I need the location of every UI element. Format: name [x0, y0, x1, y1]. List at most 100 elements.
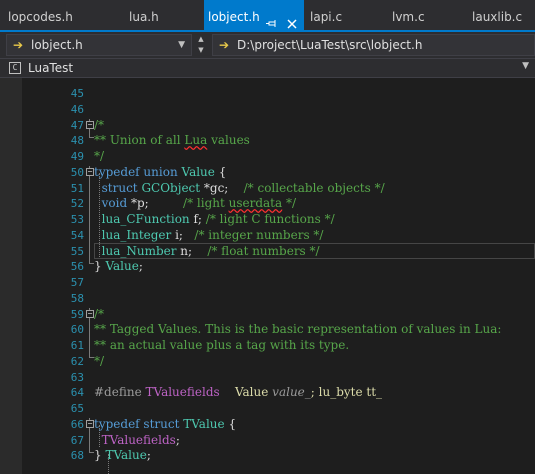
tab-lopcodes-h[interactable]: lopcodes.h	[0, 0, 104, 30]
code-text: typedef	[94, 164, 140, 179]
file-dropdown-value: lobject.h	[31, 38, 83, 52]
code-text: lua_Integer	[94, 227, 172, 242]
code-line: 48 ** Union of all Lua values	[0, 133, 535, 149]
line-number: 55	[70, 244, 84, 258]
code-text: TValuefields	[145, 385, 220, 400]
line-number: 58	[70, 291, 84, 305]
line-number: 65	[70, 402, 84, 415]
code-text: n;	[176, 243, 208, 258]
tab-label: lobject.h	[208, 10, 260, 24]
code-text: ** Union of all	[94, 133, 185, 148]
code-line: 47 − /*	[0, 118, 535, 134]
code-text: ;	[138, 259, 143, 274]
code-text: lua_Number	[94, 243, 177, 258]
fold-toggle[interactable]: −	[86, 309, 94, 318]
code-line: 65	[0, 401, 535, 417]
code-text: */	[282, 196, 297, 211]
code-line: 63	[0, 370, 535, 386]
code-text: ** an actual value plus a tag with its t…	[94, 338, 350, 352]
code-editor[interactable]: 45 46 47 − /* 48 ** Union of all Lua val…	[0, 78, 535, 474]
tab-lobject-h[interactable]: lobject.h	[204, 0, 304, 30]
tab-lauxlib-c[interactable]: lauxlib.c	[464, 0, 535, 30]
code-text: /*	[94, 117, 105, 132]
arrow-right-icon: ➔	[13, 38, 24, 52]
code-text: /* collectable objects */	[243, 180, 385, 195]
code-text: void	[94, 196, 128, 211]
line-number: 50	[70, 165, 84, 179]
tab-label: lopcodes.h	[8, 10, 73, 24]
code-line: 56 } Value;	[0, 259, 535, 275]
code-text: {	[214, 164, 227, 179]
code-text: *gc;	[200, 180, 244, 195]
spin-buttons[interactable]: ▲ ▼	[194, 34, 208, 56]
code-line: 68	[0, 464, 535, 474]
file-dropdown[interactable]: ➔ lobject.h ▼	[6, 34, 192, 56]
line-number: 51	[70, 181, 84, 195]
line-number: 64	[70, 386, 84, 400]
chevron-down-icon[interactable]: ▼	[522, 61, 529, 71]
chevron-down-icon[interactable]: ▼	[194, 45, 208, 56]
code-line: 64 #define TValuefields Value value_; lu…	[0, 385, 535, 401]
pin-icon[interactable]	[266, 9, 278, 27]
code-text: }	[94, 259, 106, 274]
tab-label: lvm.c	[392, 10, 425, 24]
line-number: 59	[70, 307, 84, 321]
fold-toggle[interactable]: −	[86, 167, 94, 176]
code-text: */	[94, 353, 105, 368]
line-number: 60	[70, 323, 84, 337]
line-number: 66	[70, 417, 84, 431]
document-tab-bar: lopcodes.h lua.h lobject.h lapi.c lvm.c …	[0, 0, 535, 30]
tab-lvm-c[interactable]: lvm.c	[384, 0, 464, 30]
code-text: TValue	[105, 448, 147, 463]
code-text: /* integer numbers */	[194, 227, 324, 242]
code-line: 66 − typedef struct TValue {	[0, 417, 535, 433]
code-line: 62 */	[0, 354, 535, 370]
code-text: ;	[146, 448, 151, 463]
code-line: 46	[0, 102, 535, 118]
code-line: 58	[0, 291, 535, 307]
path-dropdown[interactable]: ➔ D:\project\LuaTest\src\lobject.h	[212, 34, 535, 56]
line-number: 67	[70, 433, 84, 447]
code-text: *p;	[127, 196, 184, 211]
tab-label: lauxlib.c	[472, 10, 523, 24]
line-number: 68	[70, 449, 84, 463]
line-number: 49	[70, 150, 84, 163]
project-scope-bar[interactable]: C LuaTest ▼	[0, 58, 535, 78]
code-text: GCObject	[141, 180, 201, 195]
code-text: /* float numbers */	[207, 243, 320, 258]
code-line: 59 − /*	[0, 307, 535, 323]
line-number: 48	[70, 134, 84, 148]
line-number: 52	[70, 197, 84, 211]
line-number: 45	[70, 87, 84, 100]
code-line: 51 struct GCObject *gc; /* collectable o…	[0, 181, 535, 197]
code-line: 49 */	[0, 149, 535, 165]
line-number: 63	[70, 370, 84, 384]
code-text: */	[94, 149, 105, 163]
code-line: 52 void *p; /* light userdata */	[0, 196, 535, 212]
chevron-up-icon[interactable]: ▲	[194, 34, 208, 45]
code-text: values	[207, 133, 250, 148]
code-text: userdata	[228, 196, 283, 211]
code-text: lua_CFunction	[94, 212, 190, 226]
code-text: value_	[272, 385, 311, 400]
project-icon: C	[9, 62, 21, 74]
code-text: ; lu_byte tt_	[310, 385, 383, 400]
tab-label: lapi.c	[310, 10, 343, 24]
tab-lapi-c[interactable]: lapi.c	[304, 0, 384, 30]
code-text: /* light	[183, 196, 229, 211]
code-text: TValuefields	[101, 432, 176, 447]
line-number: 61	[70, 339, 84, 352]
code-text: struct	[139, 416, 184, 431]
fold-toggle[interactable]: −	[86, 120, 94, 129]
tab-lua-h[interactable]: lua.h	[104, 0, 204, 30]
code-text: TValue	[183, 416, 225, 431]
close-icon[interactable]	[286, 9, 298, 29]
chevron-down-icon: ▼	[178, 40, 185, 50]
file-path: D:\project\LuaTest\src\lobject.h	[237, 38, 423, 52]
line-number: 54	[70, 228, 84, 242]
fold-toggle[interactable]: −	[86, 419, 94, 428]
code-text: Value	[181, 164, 215, 179]
code-line: 54 lua_Integer i; /* integer numbers */	[0, 228, 535, 244]
